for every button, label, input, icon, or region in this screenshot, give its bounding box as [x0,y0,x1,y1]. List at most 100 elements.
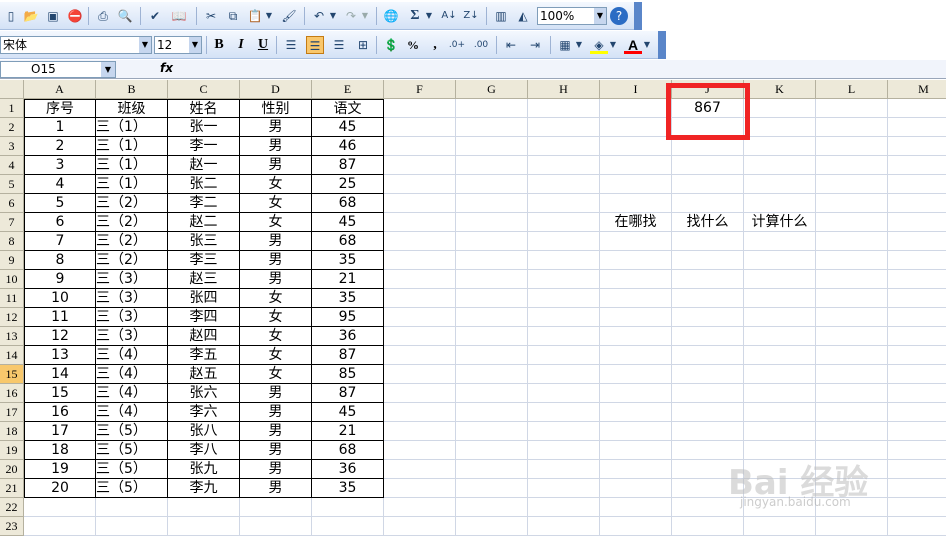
cell-J15[interactable] [672,365,744,384]
cell-D20[interactable]: 男 [240,460,312,479]
cell-G11[interactable] [456,289,528,308]
cell-G10[interactable] [456,270,528,289]
cell-F19[interactable] [384,441,456,460]
autosum-dropdown-icon[interactable]: ▼ [424,7,434,25]
cell-B3[interactable]: 三（1） [96,137,168,156]
cell-C7[interactable]: 赵二 [168,213,240,232]
cell-C18[interactable]: 张八 [168,422,240,441]
cell-K9[interactable] [744,251,816,270]
cell-A2[interactable]: 1 [24,118,96,137]
cell-E10[interactable]: 21 [312,270,384,289]
cell-A14[interactable]: 13 [24,346,96,365]
cell-C21[interactable]: 李九 [168,479,240,498]
column-header-E[interactable]: E [312,80,384,99]
zoom-combo[interactable]: 100% ▼ [537,7,607,25]
cell-D7[interactable]: 女 [240,213,312,232]
cell-G13[interactable] [456,327,528,346]
cell-C20[interactable]: 张九 [168,460,240,479]
row-header-12[interactable]: 12 [0,308,24,327]
cell-G8[interactable] [456,232,528,251]
cell-M10[interactable] [888,270,946,289]
cell-I18[interactable] [600,422,672,441]
cell-A12[interactable]: 11 [24,308,96,327]
cell-B20[interactable]: 三（5） [96,460,168,479]
font-color-icon[interactable]: A [624,36,642,54]
copy-icon[interactable]: ⧉ [224,7,242,25]
borders-dropdown-icon[interactable]: ▼ [574,36,584,54]
cell-L17[interactable] [816,403,888,422]
cell-F5[interactable] [384,175,456,194]
cell-D18[interactable]: 男 [240,422,312,441]
research-icon[interactable]: 📖 [170,7,188,25]
cell-A20[interactable]: 19 [24,460,96,479]
cell-D15[interactable]: 女 [240,365,312,384]
cell-I8[interactable] [600,232,672,251]
cell-G1[interactable] [456,99,528,118]
cell-H7[interactable] [528,213,600,232]
cell-H20[interactable] [528,460,600,479]
row-header-15[interactable]: 15 [0,365,24,384]
cell-M14[interactable] [888,346,946,365]
row-header-6[interactable]: 6 [0,194,24,213]
cell-G12[interactable] [456,308,528,327]
cell-B18[interactable]: 三（5） [96,422,168,441]
align-left-icon[interactable]: ☰ [282,36,300,54]
cell-A22[interactable] [24,498,96,517]
row-header-23[interactable]: 23 [0,517,24,536]
cell-J12[interactable] [672,308,744,327]
cell-E19[interactable]: 68 [312,441,384,460]
cell-B14[interactable]: 三（4） [96,346,168,365]
cell-G21[interactable] [456,479,528,498]
cell-M8[interactable] [888,232,946,251]
cell-M4[interactable] [888,156,946,175]
cell-D8[interactable]: 男 [240,232,312,251]
cell-J7[interactable]: 找什么 [672,213,744,232]
new-file-icon[interactable]: ▯ [2,7,20,25]
cell-J4[interactable] [672,156,744,175]
cell-K13[interactable] [744,327,816,346]
cell-D23[interactable] [240,517,312,536]
cell-C2[interactable]: 张一 [168,118,240,137]
row-header-14[interactable]: 14 [0,346,24,365]
cell-G7[interactable] [456,213,528,232]
cell-K12[interactable] [744,308,816,327]
cell-B1[interactable]: 班级 [96,99,168,118]
toolbar-options-icon[interactable] [634,2,642,30]
cell-L3[interactable] [816,137,888,156]
cell-A17[interactable]: 16 [24,403,96,422]
hyperlink-icon[interactable]: 🌐 [382,7,400,25]
decrease-indent-icon[interactable]: ⇤ [502,36,520,54]
cell-K4[interactable] [744,156,816,175]
print-icon[interactable]: ⎙ [94,7,112,25]
row-header-3[interactable]: 3 [0,137,24,156]
cell-K18[interactable] [744,422,816,441]
cell-K1[interactable] [744,99,816,118]
cell-C17[interactable]: 李六 [168,403,240,422]
cell-M1[interactable] [888,99,946,118]
cell-E11[interactable]: 35 [312,289,384,308]
cell-F9[interactable] [384,251,456,270]
toolbar-options-icon[interactable] [658,31,666,59]
cell-I7[interactable]: 在哪找 [600,213,672,232]
cell-E2[interactable]: 45 [312,118,384,137]
cell-I1[interactable] [600,99,672,118]
cell-B17[interactable]: 三（4） [96,403,168,422]
cell-J6[interactable] [672,194,744,213]
cell-A6[interactable]: 5 [24,194,96,213]
cell-E20[interactable]: 36 [312,460,384,479]
cell-H17[interactable] [528,403,600,422]
cell-L9[interactable] [816,251,888,270]
column-header-A[interactable]: A [24,80,96,99]
cell-I2[interactable] [600,118,672,137]
cell-B11[interactable]: 三（3） [96,289,168,308]
cell-G5[interactable] [456,175,528,194]
cell-M16[interactable] [888,384,946,403]
cell-J16[interactable] [672,384,744,403]
cell-I20[interactable] [600,460,672,479]
cell-F14[interactable] [384,346,456,365]
cell-D10[interactable]: 男 [240,270,312,289]
cell-I11[interactable] [600,289,672,308]
cell-E3[interactable]: 46 [312,137,384,156]
sort-ascending-icon[interactable]: A↓ [440,7,458,25]
cell-L4[interactable] [816,156,888,175]
